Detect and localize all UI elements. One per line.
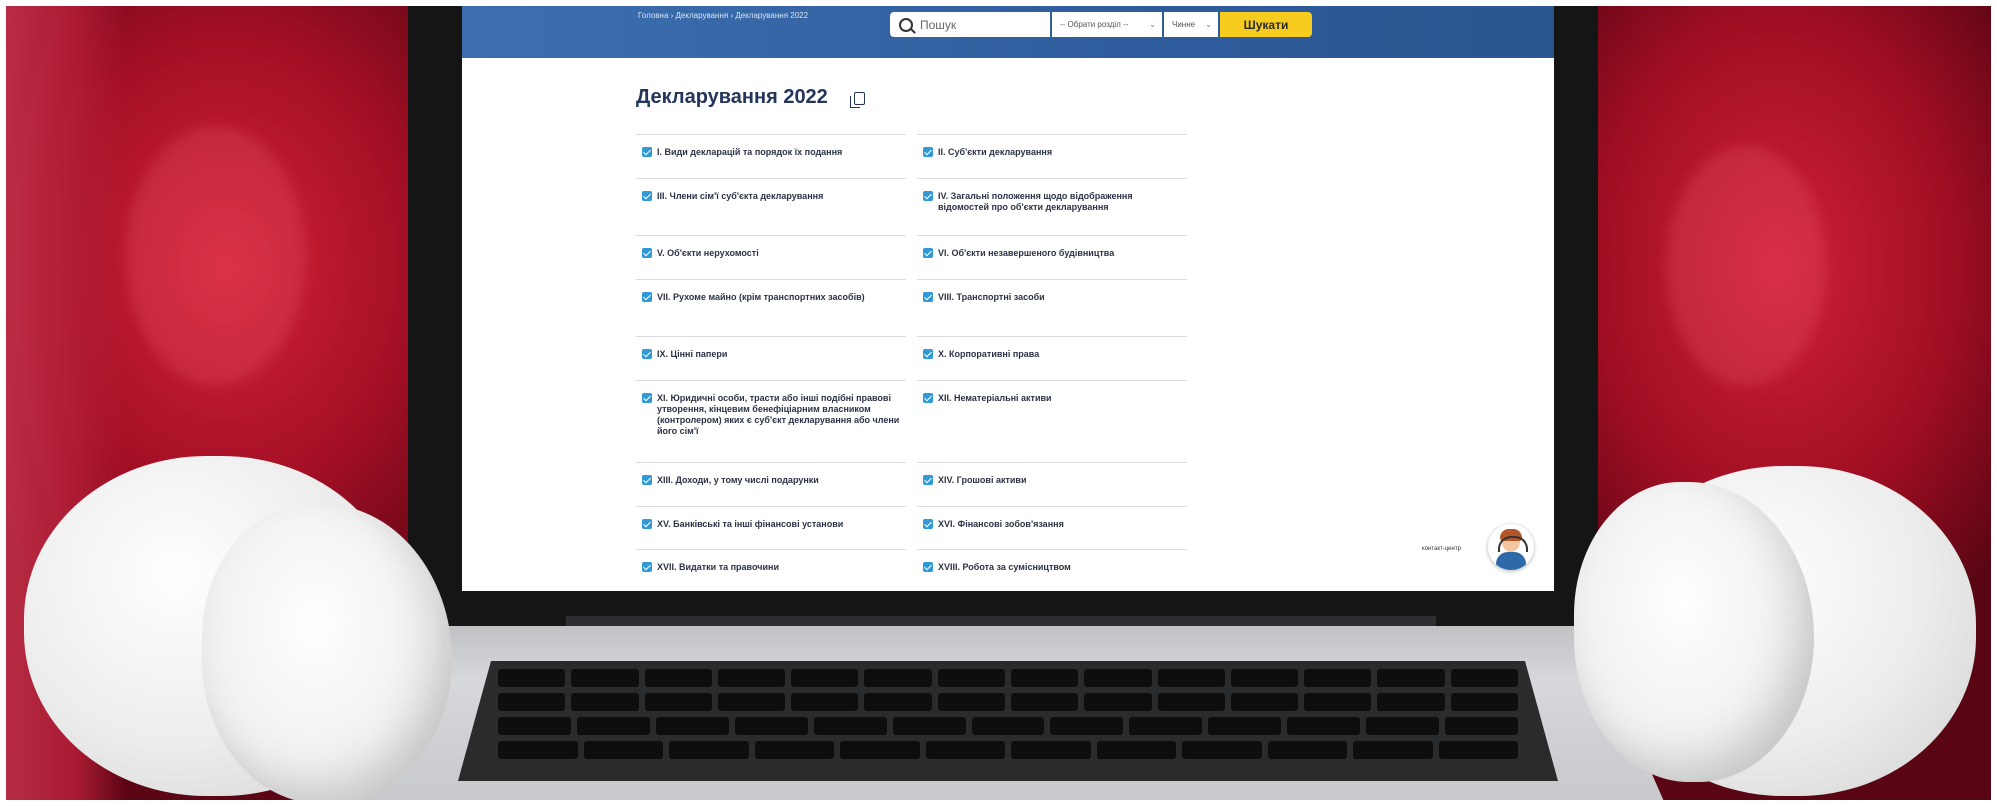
section-item[interactable]: IV. Загальні положення щодо відображення… [917,178,1187,235]
laptop-screen: Головна › Декларування › Декларування 20… [462,6,1554,591]
checkbox-icon [642,475,652,485]
section-label: IX. Цінні папери [657,349,728,359]
checkbox-icon [923,349,933,359]
section-item[interactable]: I. Види декларацій та порядок їх подання [636,134,906,177]
velvet-highlight [1666,146,1826,386]
search-placeholder: Пошук [920,18,957,32]
search-input[interactable]: Пошук [890,12,1050,37]
section-label: VI. Об'єкти незавершеного будівництва [938,248,1115,258]
section-item[interactable]: XIV. Грошові активи [917,462,1187,505]
section-item[interactable]: X. Корпоративні права [917,336,1187,379]
checkbox-icon [642,393,652,403]
section-label: XV. Банківські та інші фінансові установ… [657,519,844,529]
section-item[interactable]: VII. Рухоме майно (крім транспортних зас… [636,279,906,336]
contact-center-label[interactable]: контакт-центр [1422,546,1461,552]
section-item[interactable]: XVII. Видатки та правочини [636,549,906,591]
checkbox-icon [923,562,933,572]
checkbox-icon [923,147,933,157]
section-item[interactable]: III. Члени сім'ї суб'єкта декларування [636,178,906,235]
breadcrumb[interactable]: Головна › Декларування › Декларування 20… [638,10,828,21]
section-label: II. Суб'єкти декларування [938,147,1053,157]
section-item[interactable]: IX. Цінні папери [636,336,906,379]
status-select[interactable]: Чинне ⌄ [1164,12,1218,37]
checkbox-icon [642,191,652,201]
section-label: V. Об'єкти нерухомості [657,248,759,258]
section-label: I. Види декларацій та порядок їх подання [657,147,843,157]
checkbox-icon [642,248,652,258]
section-label: VII. Рухоме майно (крім транспортних зас… [657,292,865,302]
section-label: XII. Нематеріальні активи [938,393,1052,403]
operator-avatar [1496,552,1526,570]
section-label: VIII. Транспортні засоби [938,292,1045,302]
checkbox-icon [923,475,933,485]
contact-center-button[interactable] [1488,524,1534,570]
section-item[interactable]: II. Суб'єкти декларування [917,134,1187,177]
section-item[interactable]: VI. Об'єкти незавершеного будівництва [917,235,1187,278]
velvet-highlight [126,126,306,386]
section-item[interactable]: XII. Нематеріальні активи [917,380,1187,461]
checkbox-icon [642,147,652,157]
section-item[interactable]: XIII. Доходи, у тому числі подарунки [636,462,906,505]
section-label: IV. Загальні положення щодо відображення… [938,191,1133,212]
section-label: III. Члени сім'ї суб'єкта декларування [657,191,824,201]
section-item[interactable]: V. Об'єкти нерухомості [636,235,906,278]
section-item[interactable]: XVI. Фінансові зобов'язання [917,506,1187,549]
section-label: XVII. Видатки та правочини [657,562,779,572]
section-item[interactable]: XVIII. Робота за сумісництвом [917,549,1187,591]
site-header: Головна › Декларування › Декларування 20… [462,6,1554,58]
headset-icon [1498,536,1528,552]
page-title: Декларування 2022 [636,86,828,108]
copy-icon[interactable] [850,92,865,108]
search-button[interactable]: Шукати [1220,12,1312,37]
checkbox-icon [642,349,652,359]
section-label: XIV. Грошові активи [938,475,1027,485]
section-label: XVI. Фінансові зобов'язання [938,519,1064,529]
checkbox-icon [923,519,933,529]
section-select-value: -- Обрати розділ -- [1060,20,1129,29]
checkbox-icon [923,292,933,302]
section-item[interactable]: XI. Юридичні особи, трасти або інші поді… [636,380,906,461]
section-select[interactable]: -- Обрати розділ -- ⌄ [1052,12,1162,37]
chevron-down-icon: ⌄ [1149,20,1156,29]
checkbox-icon [923,191,933,201]
chevron-down-icon: ⌄ [1205,20,1212,29]
search-icon [899,18,913,32]
section-item[interactable]: XV. Банківські та інші фінансові установ… [636,506,906,549]
section-label: XVIII. Робота за сумісництвом [938,562,1071,572]
checkbox-icon [923,248,933,258]
checkbox-icon [642,519,652,529]
section-label: X. Корпоративні права [938,349,1040,359]
checkbox-icon [642,562,652,572]
keyboard [458,661,1558,781]
section-label: XI. Юридичні особи, трасти або інші поді… [657,393,900,436]
section-item[interactable]: VIII. Транспортні засоби [917,279,1187,336]
section-label: XIII. Доходи, у тому числі подарунки [657,475,819,485]
checkbox-icon [923,393,933,403]
checkbox-icon [642,292,652,302]
status-select-value: Чинне [1172,20,1196,29]
photo: Головна › Декларування › Декларування 20… [6,6,1991,800]
